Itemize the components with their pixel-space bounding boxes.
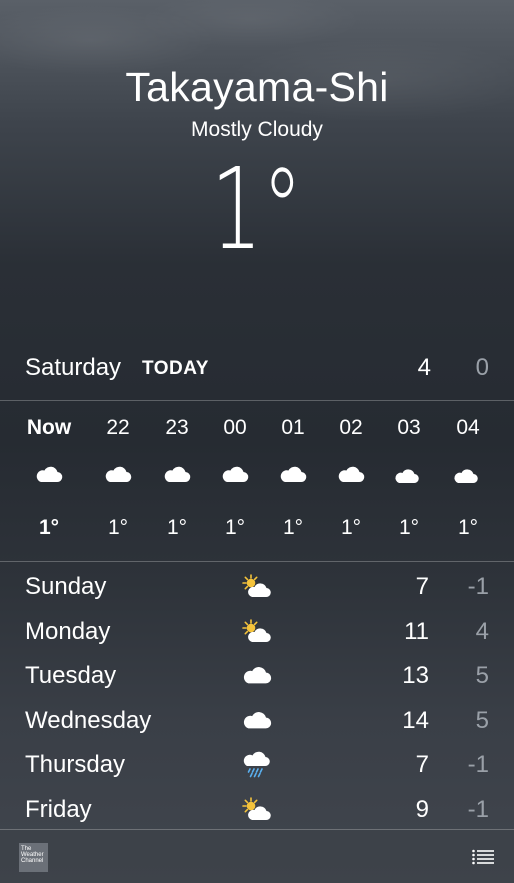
- hourly-temp: 1°: [166, 516, 188, 539]
- daily-high: 14: [402, 706, 429, 734]
- partly-sunny-icon: [241, 796, 273, 824]
- daily-row: Wednesday 14 5: [25, 699, 489, 743]
- partly-sunny-icon: [241, 573, 273, 601]
- daily-high: 9: [415, 795, 429, 823]
- today-day: Saturday: [25, 354, 122, 381]
- hourly-forecast-strip[interactable]: Now 1° 22 1° 23 1° 00 1° 01 1° 02 1° 03 1° 04 1°: [0, 400, 514, 562]
- hourly-time: 22: [106, 416, 130, 439]
- daily-low: 5: [475, 662, 489, 689]
- partly-cloudy-night-icon: [394, 462, 424, 486]
- cloud-icon: [278, 462, 308, 486]
- daily-day: Friday: [25, 795, 92, 823]
- cloud-icon: [241, 662, 273, 690]
- rain-icon: [241, 751, 273, 779]
- today-low: 0: [475, 354, 489, 381]
- daily-day: Tuesday: [25, 662, 117, 689]
- list-icon[interactable]: [472, 849, 494, 865]
- hourly-temp: 1°: [224, 516, 246, 539]
- daily-high: 11: [404, 617, 429, 645]
- city-name: Takayama-Shi: [125, 64, 389, 110]
- hourly-temp: 1°: [398, 516, 420, 539]
- daily-low: -1: [467, 751, 489, 778]
- hourly-temp: 1°: [107, 516, 129, 539]
- hourly-time: 04: [456, 416, 480, 439]
- cloud-icon: [162, 462, 192, 486]
- hourly-temp: 1°: [38, 516, 60, 539]
- daily-low: -1: [467, 795, 489, 823]
- daily-row: Friday 9 -1: [25, 788, 489, 832]
- daily-low: 4: [475, 617, 489, 645]
- daily-day: Monday: [25, 617, 111, 645]
- weather-channel-logo[interactable]: The Weather Channel: [19, 843, 48, 872]
- daily-day: Wednesday: [25, 706, 152, 734]
- today-tag: TODAY: [142, 358, 209, 379]
- condition-text: Mostly Cloudy: [191, 118, 323, 141]
- today-summary-row: Saturday TODAY 4 0: [25, 350, 489, 386]
- daily-row: Monday 11 4: [25, 610, 489, 654]
- hourly-time: 03: [397, 416, 421, 439]
- daily-low: -1: [467, 573, 489, 600]
- daily-high: 13: [402, 662, 429, 689]
- daily-high: 7: [415, 573, 429, 600]
- cloud-icon: [336, 462, 366, 486]
- bottom-toolbar: The Weather Channel: [0, 829, 514, 883]
- daily-row: Thursday 7 -1: [25, 743, 489, 787]
- daily-row: Tuesday 13 5: [25, 654, 489, 698]
- daily-high: 7: [415, 751, 429, 778]
- hourly-temp: 1°: [340, 516, 362, 539]
- hourly-time: 02: [339, 416, 363, 439]
- partly-sunny-icon: [241, 618, 273, 646]
- partly-cloudy-night-icon: [453, 462, 483, 486]
- hourly-time: Now: [26, 416, 72, 439]
- hourly-temp: 1°: [457, 516, 479, 539]
- today-high: 4: [417, 354, 431, 381]
- cloud-icon: [220, 462, 250, 486]
- current-temperature: 1°: [211, 145, 303, 275]
- cloud-icon: [241, 707, 273, 735]
- daily-day: Sunday: [25, 573, 107, 600]
- daily-row: Sunday 7 -1: [25, 565, 489, 609]
- hourly-time: 23: [165, 416, 189, 439]
- daily-day: Thursday: [25, 751, 126, 778]
- hourly-time: 01: [281, 416, 305, 439]
- hourly-time: 00: [223, 416, 247, 439]
- daily-low: 5: [475, 706, 489, 734]
- cloud-icon: [103, 462, 133, 486]
- hourly-temp: 1°: [282, 516, 304, 539]
- cloud-icon: [34, 462, 64, 486]
